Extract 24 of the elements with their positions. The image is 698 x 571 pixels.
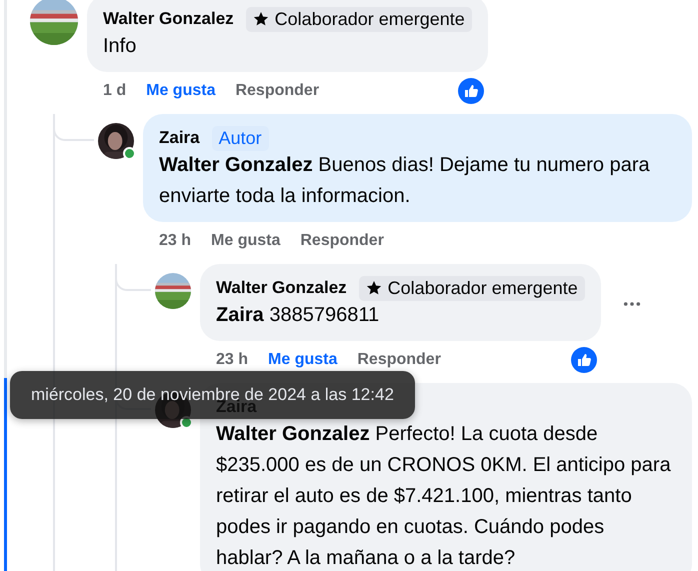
like-button[interactable]: Me gusta [211,232,280,250]
author-name[interactable]: Walter Gonzalez [216,278,347,298]
timestamp-link[interactable]: 1 d [103,82,126,100]
author-badge: Autor [212,126,269,150]
comment-text: Walter Gonzalez Perfecto! La cuota desde $235.000 es de un CRONOS 0KM. El anticipo para retirar el auto es de $7.421.100, mientras tanto podes ir pagando en cuotas. Cuándo podes hablar? A la mañana o a la tarde? [216,422,672,571]
like-button[interactable]: Me gusta [146,82,216,100]
comment-text: Zaira 3885796811 [216,303,380,328]
badge-label: Colaborador emergente [274,8,465,30]
more-options-icon[interactable] [622,301,641,307]
like-reaction-icon[interactable] [458,78,484,104]
comment-text: Info [103,34,138,59]
like-button[interactable]: Me gusta [268,351,338,369]
badge-label: Colaborador emergente [388,278,578,298]
star-icon [366,280,382,296]
star-icon [252,11,269,27]
reply-button[interactable]: Responder [357,351,441,369]
comment-text: Walter Gonzalez Buenos dias! Dejame tu numero para enviarte toda la informacion. [159,153,651,209]
like-reaction-icon[interactable] [570,347,597,373]
reply-button[interactable]: Responder [235,82,320,100]
author-name[interactable]: Walter Gonzalez [103,9,234,29]
timestamp-link[interactable]: 23 h [159,232,192,250]
author-name[interactable]: Zaira [159,128,200,148]
timestamp-link[interactable]: 23 h [216,351,248,369]
reply-button[interactable]: Responder [300,232,384,250]
